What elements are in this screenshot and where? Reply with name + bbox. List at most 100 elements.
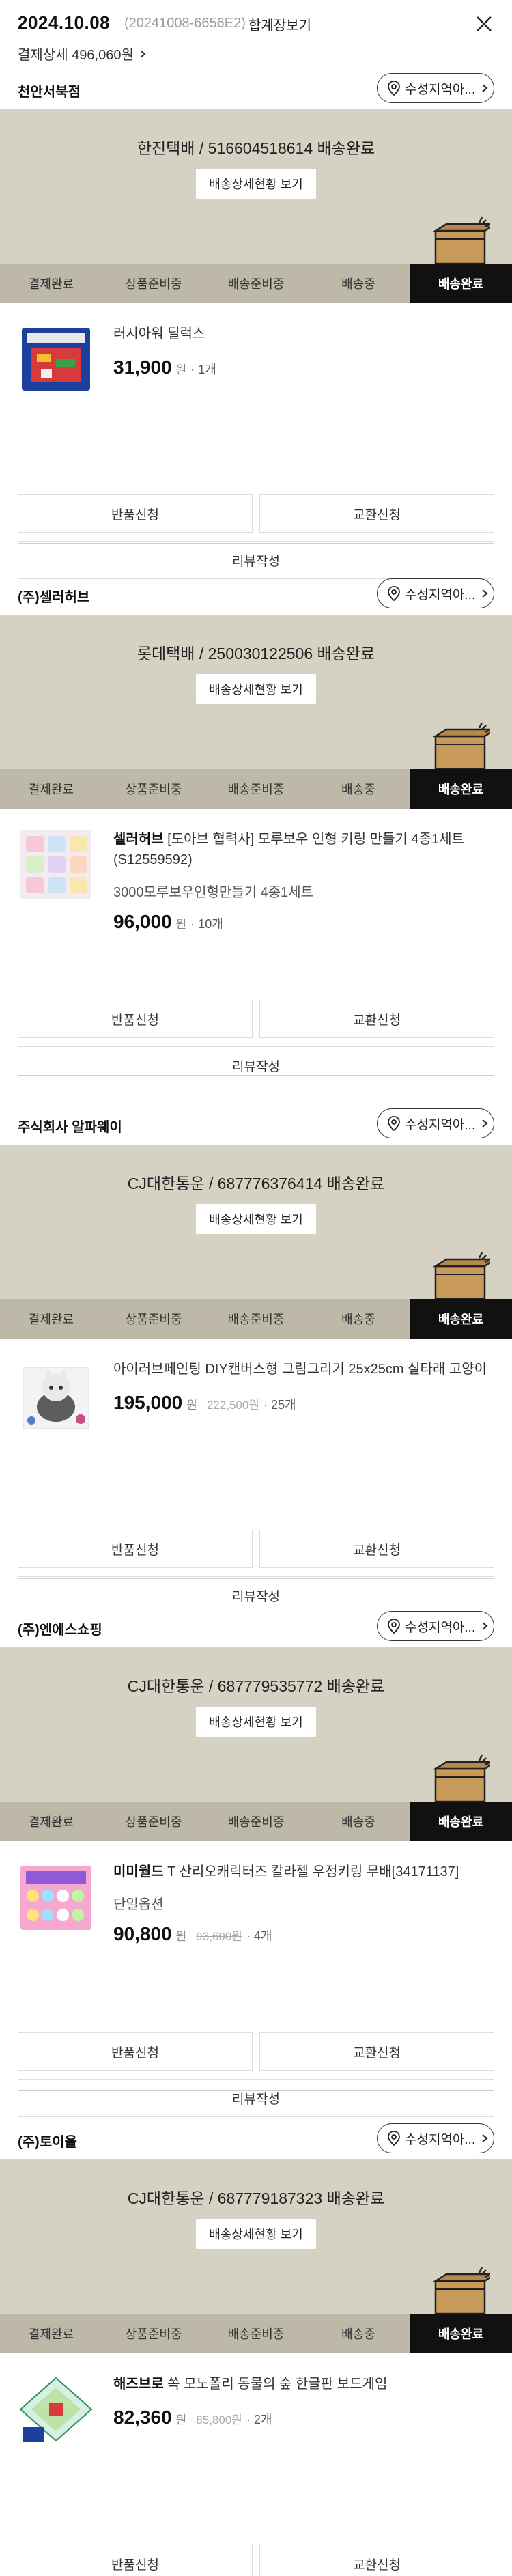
product-price: 90,800 <box>113 1923 172 1944</box>
tracking-detail-button[interactable]: 배송상세현황 보기 <box>196 1707 316 1737</box>
location-pin-icon <box>388 81 400 96</box>
step-4: 배송중 <box>341 2327 375 2341</box>
return-request-button[interactable]: 반품신청 <box>18 1000 253 1038</box>
step-1: 결제완료 <box>28 277 74 291</box>
product-title: [도아브 협력사] 모루보우 인형 키링 만들기 4종1세트 (S1255959… <box>113 832 464 867</box>
order-date: 2024.10.08 <box>18 12 111 33</box>
shipping-status-banner: CJ대한통운 / 687779187323 배송완료 배송상세현황 보기 <box>0 2159 512 2314</box>
close-icon[interactable] <box>472 12 496 36</box>
product-price-row: 31,900 원 · 1개 <box>113 356 216 378</box>
product-item[interactable]: 미미월드 T 산리오캐릭터즈 칼라젤 우정키링 무배[34171137] 단일옵… <box>0 1841 512 2012</box>
product-price: 96,000 <box>113 911 172 932</box>
product-price-row: 90,800 원 93,600원 · 4개 <box>113 1923 272 1945</box>
delivery-box-icon <box>432 1252 490 1299</box>
section-divider <box>18 543 494 544</box>
monopoly-board-icon <box>19 2377 93 2442</box>
shipping-status-banner: CJ대한통운 / 687779535772 배송완료 배송상세현황 보기 <box>0 1647 512 1802</box>
product-item[interactable]: 셀러허브 [도아브 협력사] 모루보우 인형 키링 만들기 4종1세트 (S12… <box>0 809 512 979</box>
product-quantity: · 1개 <box>190 363 216 376</box>
payment-detail-link[interactable]: 결제상세 496,060원 <box>18 44 147 64</box>
product-option: 단일옵션 <box>113 1897 164 1912</box>
region-button[interactable]: 수성지역아... <box>377 73 494 103</box>
step-5: 배송완료 <box>410 1299 512 1339</box>
exchange-request-button[interactable]: 교환신청 <box>259 2545 494 2576</box>
original-price: 93,600원 <box>196 1930 242 1943</box>
step-1: 결제완료 <box>28 783 74 796</box>
write-review-button[interactable]: 리뷰작성 <box>18 2079 494 2117</box>
product-price-row: 82,360 원 85,800원 · 2개 <box>113 2407 272 2428</box>
region-label: 수성지역아... <box>405 1117 476 1132</box>
return-request-button[interactable]: 반품신청 <box>18 494 253 533</box>
craft-kit-icon <box>20 830 91 899</box>
seller-row: 주식회사 알파웨이 수성지역아... <box>0 1104 512 1145</box>
exchange-request-button[interactable]: 교환신청 <box>259 2032 494 2071</box>
tracking-detail-button[interactable]: 배송상세현황 보기 <box>196 674 316 704</box>
step-5: 배송완료 <box>410 264 512 303</box>
merge-receipt-link[interactable]: 합계장보기 <box>248 14 311 34</box>
step-3: 배송준비중 <box>227 1313 285 1326</box>
region-button[interactable]: 수성지역아... <box>377 1611 494 1641</box>
product-item[interactable]: 러시아워 딜럭스 31,900 원 · 1개 <box>0 303 512 474</box>
price-unit: 원 <box>175 918 187 931</box>
region-button[interactable]: 수성지역아... <box>377 578 494 608</box>
original-price: 85,800원 <box>196 2413 242 2426</box>
product-price-row: 96,000 원 · 10개 <box>113 911 223 933</box>
shipping-status-banner: CJ대한통운 / 687776376414 배송완료 배송상세현황 보기 <box>0 1145 512 1299</box>
step-1: 결제완료 <box>28 1815 74 1829</box>
chevron-right-icon <box>482 589 488 598</box>
location-pin-icon <box>388 1116 400 1131</box>
product-name: 러시아워 딜럭스 <box>113 324 496 344</box>
step-4: 배송중 <box>341 1313 375 1326</box>
step-4: 배송중 <box>341 1815 375 1829</box>
shipping-info: CJ대한통운 / 687779535772 배송완료 <box>127 1677 385 1695</box>
order-section-1: 천안서북점 수성지역아... 한진택배 / 516604518614 배송완료 … <box>0 68 512 580</box>
chevron-right-icon <box>482 2134 488 2142</box>
region-button[interactable]: 수성지역아... <box>377 2123 494 2153</box>
exchange-request-button[interactable]: 교환신청 <box>259 494 494 533</box>
seller-row: 천안서북점 수성지역아... <box>0 68 512 109</box>
product-item[interactable]: 해즈브로 쏙 모노폴리 동물의 숲 한글판 보드게임 82,360 원 85,8… <box>0 2353 512 2524</box>
tracking-detail-button[interactable]: 배송상세현황 보기 <box>196 169 316 199</box>
tracking-detail-button[interactable]: 배송상세현황 보기 <box>196 2219 316 2249</box>
delivery-steps: 결제완료 상품준비중 배송준비중 배송중 배송완료 <box>0 1802 512 1841</box>
delivery-box-icon <box>432 1754 490 1802</box>
seller-name: 천안서북점 <box>18 85 81 100</box>
delivery-steps: 결제완료 상품준비중 배송준비중 배송중 배송완료 <box>0 769 512 809</box>
step-5: 배송완료 <box>410 1802 512 1841</box>
seller-name: (주)셀러허브 <box>18 590 90 605</box>
delivery-box-icon <box>432 2267 490 2314</box>
product-option: 3000모루보우인형만들기 4종1세트 <box>113 885 314 900</box>
product-price: 195,000 <box>113 1392 183 1413</box>
product-quantity: · 4개 <box>246 1929 272 1943</box>
delivery-box-icon <box>432 722 490 769</box>
region-button[interactable]: 수성지역아... <box>377 1108 494 1138</box>
shipping-status-banner: 롯데택배 / 250030122506 배송완료 배송상세현황 보기 <box>0 615 512 769</box>
seller-name: (주)토이올 <box>18 2135 77 2150</box>
seller-row: (주)셀러허브 수성지역아... <box>0 574 512 615</box>
product-price: 82,360 <box>113 2407 172 2428</box>
exchange-request-button[interactable]: 교환신청 <box>259 1000 494 1038</box>
order-section-2: (주)셀러허브 수성지역아... 롯데택배 / 250030122506 배송완… <box>0 574 512 1086</box>
step-3: 배송준비중 <box>227 277 285 291</box>
product-price-row: 195,000 원 222,500원 · 25개 <box>113 1392 296 1414</box>
step-5: 배송완료 <box>410 769 512 809</box>
return-request-button[interactable]: 반품신청 <box>18 1530 253 1568</box>
order-number: (20241008-6656E2) <box>124 16 246 31</box>
step-2: 상품준비중 <box>125 277 182 291</box>
step-5: 배송완료 <box>410 2314 512 2353</box>
write-review-button[interactable]: 리뷰작성 <box>18 1046 494 1084</box>
section-divider <box>18 2090 494 2091</box>
location-pin-icon <box>388 586 400 601</box>
product-price: 31,900 <box>113 356 172 378</box>
product-item[interactable]: 아이러브페인팅 DIY캔버스형 그림그리기 25x25cm 실타래 고양이 19… <box>0 1339 512 1509</box>
exchange-request-button[interactable]: 교환신청 <box>259 1530 494 1568</box>
return-request-button[interactable]: 반품신청 <box>18 2032 253 2071</box>
step-2: 상품준비중 <box>125 783 182 796</box>
step-1: 결제완료 <box>28 2327 74 2341</box>
step-2: 상품준비중 <box>125 1815 182 1829</box>
tracking-detail-button[interactable]: 배송상세현황 보기 <box>196 1204 316 1234</box>
region-label: 수성지역아... <box>405 2132 476 2147</box>
return-request-button[interactable]: 반품신청 <box>18 2545 253 2576</box>
chevron-right-icon <box>140 49 146 58</box>
seller-name: (주)엔에스쇼핑 <box>18 1623 102 1638</box>
